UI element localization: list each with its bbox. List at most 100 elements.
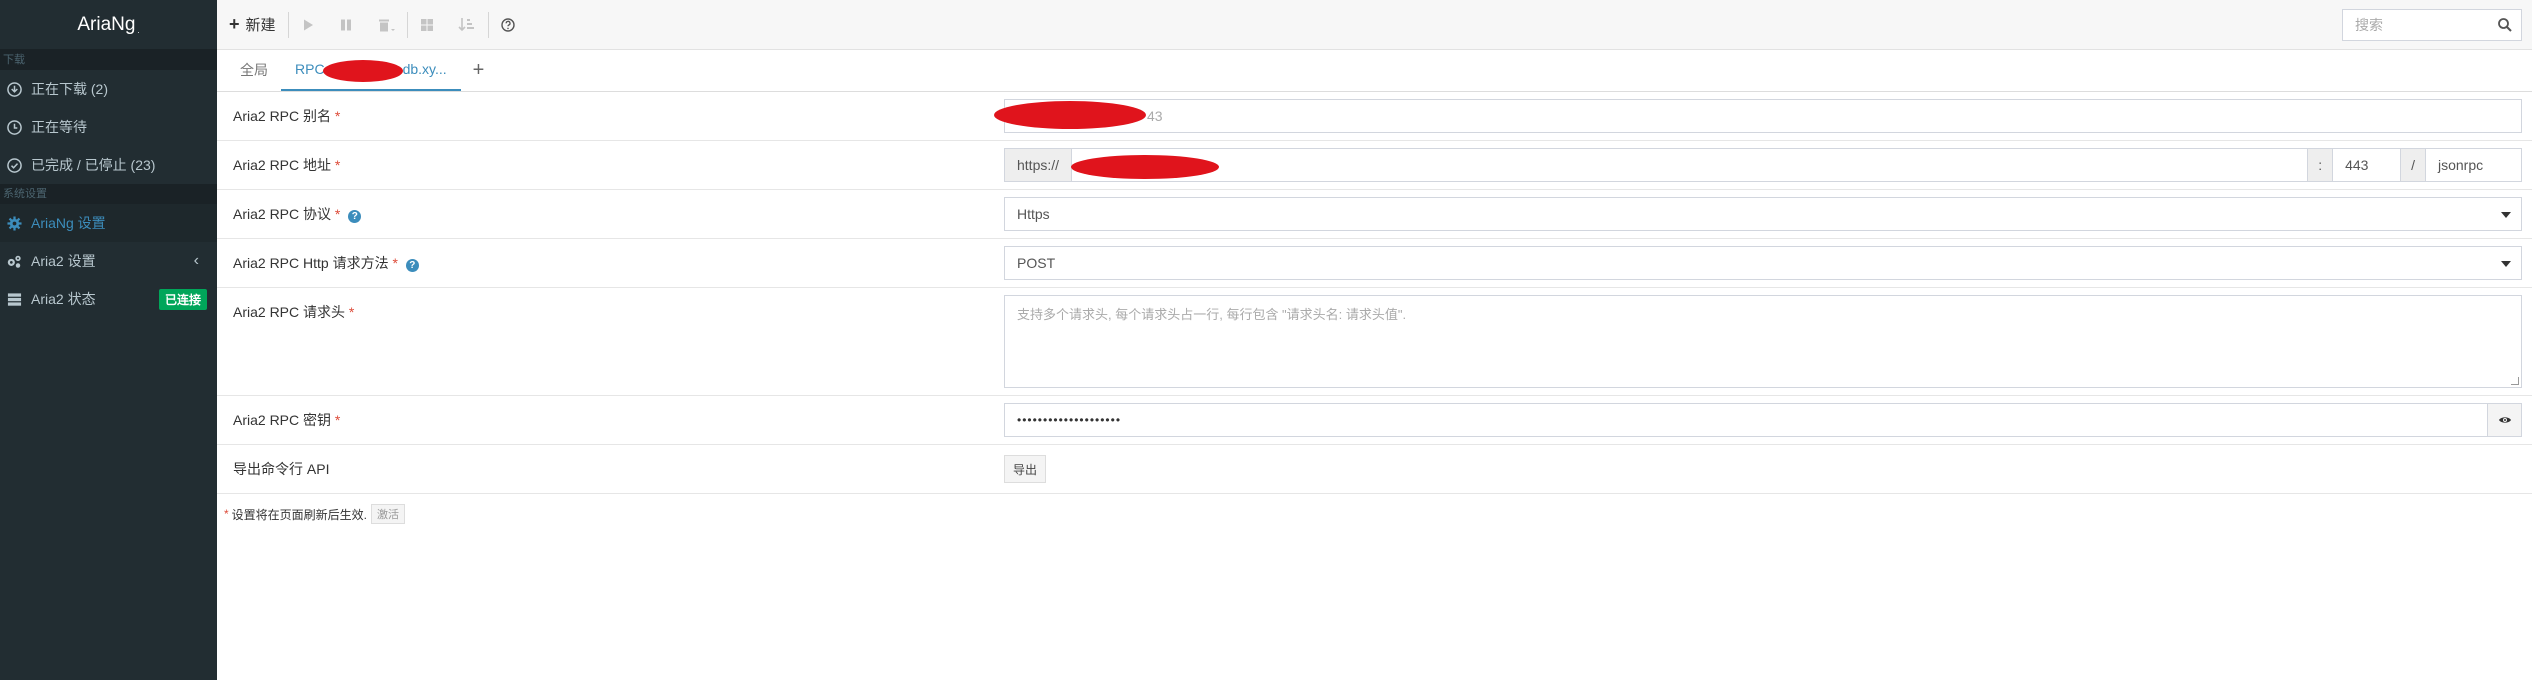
settings-note: * 设置将在页面刷新后生效. 激活 [217,494,2532,534]
redaction-mark [323,60,403,82]
server-icon [5,290,23,308]
sidebar-item-aria2-status[interactable]: Aria2 状态 已连接 [0,280,217,318]
sidebar-item-label: 正在等待 [31,119,87,135]
rpc-interface-input[interactable]: jsonrpc [2426,148,2522,182]
check-circle-icon [5,156,23,174]
new-task-label: 新建 [245,17,276,34]
rpc-alias-value: 43 [1147,108,1163,124]
export-api-label: 导出命令行 API [233,461,330,477]
row-rpc-address: Aria2 RPC 地址 * https:// : 443 / jsonrpc [217,141,2532,190]
required-mark: * [334,157,341,173]
path-separator: / [2401,148,2426,182]
plus-icon: + [229,14,240,34]
gear-icon [5,214,23,232]
th-large-icon [420,18,433,31]
status-badge: 已连接 [158,288,207,310]
required-mark: * [334,412,341,428]
sort-button[interactable] [446,0,488,50]
rpc-secret-input[interactable]: •••••••••••••••••••• [1004,403,2488,437]
tab-global[interactable]: 全局 [227,49,281,91]
rpc-headers-label: Aria2 RPC 请求头 * [217,288,1004,395]
brand-logo[interactable]: AriaNg. [0,0,217,50]
rpc-protocol-label: Aria2 RPC 协议 * ? [217,190,1004,238]
select-all-button[interactable] [408,0,446,50]
sidebar-item-label: Aria2 设置 [31,253,96,269]
rpc-host-input[interactable] [1072,148,2309,182]
sidebar-item-aria2-settings[interactable]: Aria2 设置 ‹ [0,242,217,280]
delete-button[interactable] [365,0,407,50]
brand-name: AriaNg [77,13,136,35]
tab-rpc-prefix: RPC [295,61,325,77]
required-mark: * [334,108,341,124]
row-rpc-headers: Aria2 RPC 请求头 * 支持多个请求头, 每个请求头占一行, 每行包含 … [217,288,2532,396]
caret-down-icon [2501,212,2511,218]
activate-button[interactable]: 激活 [371,504,406,524]
download-circle-icon [5,80,23,98]
required-mark: * [392,255,398,271]
label-text: Aria2 RPC Http 请求方法 [233,255,389,271]
port-separator: : [2308,148,2334,182]
help-icon[interactable]: ? [348,210,362,223]
rpc-method-select[interactable]: POST [1004,246,2522,280]
start-button[interactable] [289,0,327,50]
rpc-alias-label: Aria2 RPC 别名 * [217,92,1004,140]
rpc-headers-textarea[interactable]: 支持多个请求头, 每个请求头占一行, 每行包含 "请求头名: 请求头值". [1004,295,2522,388]
redaction-mark [994,101,1146,129]
show-secret-button[interactable] [2488,403,2522,437]
question-circle-icon [500,17,515,32]
rpc-address-group: https:// : 443 / jsonrpc [1004,148,2522,182]
label-text: Aria2 RPC 地址 [233,157,332,173]
search-placeholder: 搜索 [2355,17,2383,33]
row-rpc-alias: Aria2 RPC 别名 * 43 [217,92,2532,141]
help-button[interactable] [489,0,527,50]
eye-icon [2498,417,2511,423]
label-text: Aria2 RPC 别名 [233,108,332,124]
rpc-protocol-value: Https [1017,206,1050,222]
sidebar-item-downloading[interactable]: 正在下载 (2) [0,70,217,108]
rpc-protocol-select[interactable]: Https [1004,197,2522,231]
sidebar-item-label: 正在下载 (2) [31,81,108,97]
settings-form: Aria2 RPC 别名 * 43 Aria2 RPC 地址 * https:/… [217,92,2532,534]
sidebar-item-label: AriaNg 设置 [31,215,106,231]
sort-amount-icon [457,17,474,31]
rpc-secret-label: Aria2 RPC 密钥 * [217,396,1004,444]
sidebar-section-download: 下载 [0,50,217,70]
settings-tabs: 全局 RPC db.xy... + [217,50,2532,92]
rpc-alias-input[interactable]: 43 [1004,99,2522,133]
chevron-left-icon: ‹ [193,252,199,269]
row-export-api: 导出命令行 API 导出 [217,445,2532,494]
rpc-protocol-addon: https:// [1004,148,1073,182]
pause-button[interactable] [327,0,365,50]
search-input[interactable]: 搜索 [2342,9,2522,41]
row-rpc-secret: Aria2 RPC 密钥 * •••••••••••••••••••• [217,396,2532,445]
toolbar: + 新建 搜索 [217,0,2532,50]
rpc-method-value: POST [1017,255,1056,271]
rpc-secret-group: •••••••••••••••••••• [1004,403,2522,437]
label-text: Aria2 RPC 请求头 [233,304,346,320]
rpc-port-input[interactable]: 443 [2333,148,2402,182]
resize-grip-icon[interactable] [2511,377,2519,385]
label-text: Aria2 RPC 协议 [233,206,332,222]
sidebar: AriaNg. 下载 正在下载 (2) 正在等待 已完成 / 已停止 (23) … [0,0,217,680]
add-rpc-tab-button[interactable]: + [461,49,497,91]
help-icon[interactable]: ? [405,259,419,272]
rpc-headers-placeholder: 支持多个请求头, 每个请求头占一行, 每行包含 "请求头名: 请求头值". [1017,307,1407,322]
note-text: 设置将在页面刷新后生效. [231,507,368,522]
caret-down-icon [2501,261,2511,267]
gears-icon [5,252,23,270]
rpc-address-label: Aria2 RPC 地址 * [217,141,1004,189]
rpc-method-label: Aria2 RPC Http 请求方法 * ? [217,239,1004,287]
redaction-mark [1071,155,1219,179]
trash-icon [378,19,395,31]
sidebar-item-waiting[interactable]: 正在等待 [0,108,217,146]
label-text: Aria2 RPC 密钥 [233,412,332,428]
sidebar-item-label: Aria2 状态 [31,291,96,307]
export-button[interactable]: 导出 [1004,455,1047,483]
tab-rpc[interactable]: RPC db.xy... [281,49,461,91]
row-rpc-method: Aria2 RPC Http 请求方法 * ? POST [217,239,2532,288]
sidebar-item-stopped[interactable]: 已完成 / 已停止 (23) [0,146,217,184]
tab-rpc-suffix: db.xy... [402,61,447,77]
new-task-button[interactable]: + 新建 [217,0,288,50]
sidebar-item-ariang-settings[interactable]: AriaNg 设置 [0,204,217,242]
sidebar-section-settings: 系统设置 [0,184,217,204]
